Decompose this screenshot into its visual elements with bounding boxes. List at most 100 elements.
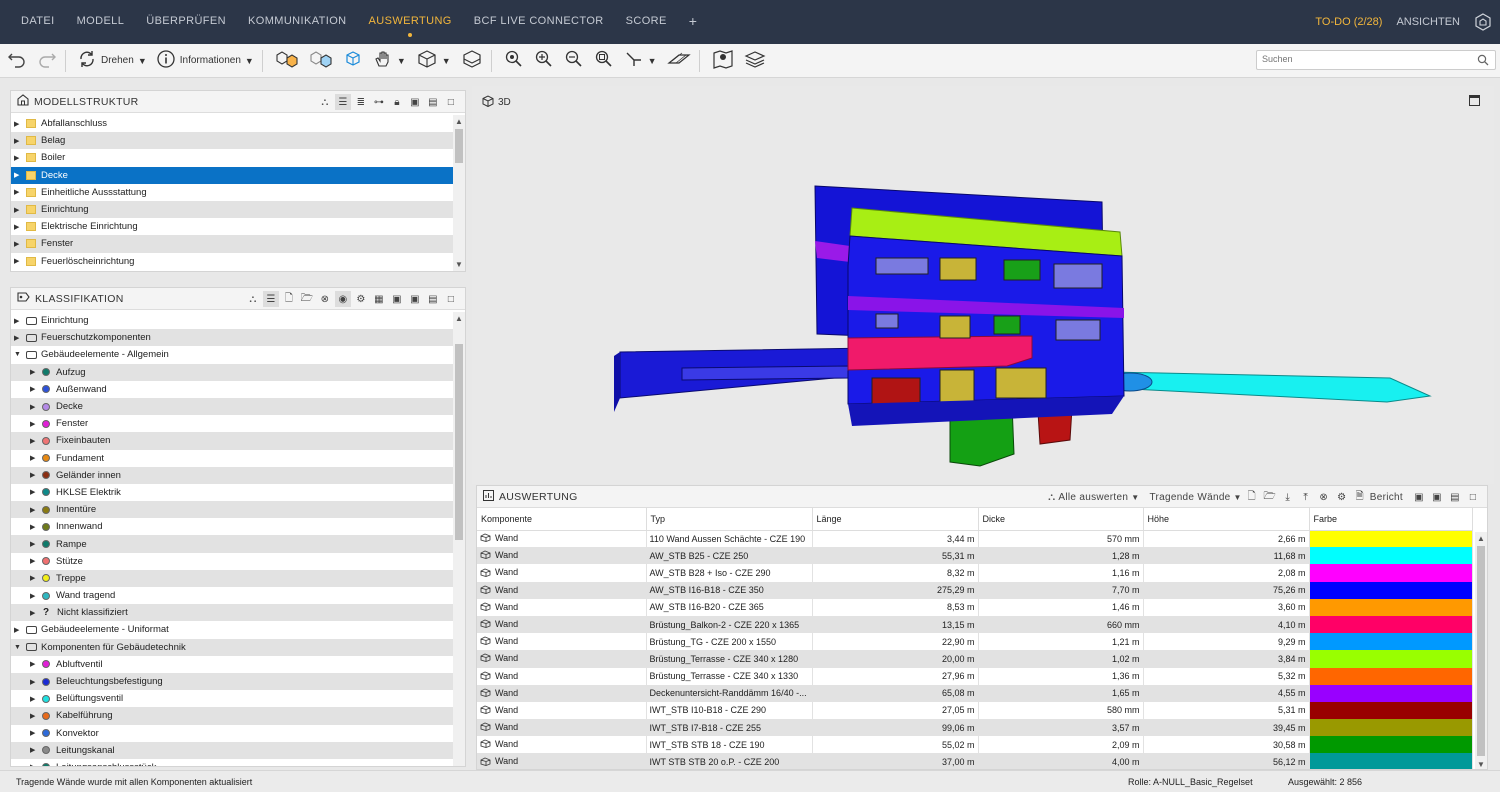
farbe-cell[interactable] bbox=[1309, 564, 1473, 582]
classification-group[interactable]: ▶ Einrichtung bbox=[11, 312, 454, 329]
expand-arrow-icon[interactable]: ▶ bbox=[14, 317, 24, 325]
table-row[interactable]: Wand Brüstung_Balkon-2 - CZE 220 x 1365 13… bbox=[477, 615, 1473, 634]
section-plane-button[interactable] bbox=[664, 48, 694, 74]
delete-icon[interactable]: ▤ bbox=[1447, 489, 1463, 505]
farbe-cell[interactable] bbox=[1309, 633, 1473, 651]
alle-caret-icon[interactable]: ▼ bbox=[1131, 489, 1139, 505]
table-row[interactable]: Wand Brüstung_TG - CZE 200 x 1550 22,90 m1… bbox=[477, 633, 1473, 651]
scroll-up-icon[interactable]: ▲ bbox=[453, 117, 465, 126]
lock-icon[interactable]: ▣ bbox=[389, 291, 405, 307]
classification-item[interactable]: ▶ Beleuchtungsbefestigung bbox=[11, 672, 454, 691]
visibility-icon[interactable]: ◉ bbox=[335, 291, 351, 307]
tree-item[interactable]: ▶ Belag bbox=[11, 132, 454, 150]
scroll-thumb[interactable] bbox=[1477, 546, 1485, 756]
expand-arrow-icon[interactable]: ▶ bbox=[14, 120, 24, 128]
classification-item[interactable]: ▶ Wand tragend bbox=[11, 587, 454, 604]
tab-ueberpruefen[interactable]: ÜBERPRÜFEN bbox=[135, 0, 237, 44]
export-icon[interactable]: ⤒ bbox=[1298, 489, 1314, 505]
classification-item[interactable]: ▶ Leitungsanschlussstück bbox=[11, 759, 454, 766]
alle-auswerten-button[interactable]: Alle auswerten bbox=[1058, 489, 1128, 505]
delete-icon[interactable]: ▤ bbox=[425, 94, 441, 110]
table-row[interactable]: Wand 110 Wand Aussen Schächte - CZE 190 3,… bbox=[477, 530, 1473, 548]
save-icon[interactable]: ▣ bbox=[407, 94, 423, 110]
tree-structure-icon[interactable]: ⛬ bbox=[317, 94, 333, 110]
layers-button[interactable] bbox=[741, 48, 769, 74]
settings-icon[interactable]: ⚙︎ bbox=[1334, 489, 1350, 505]
isolate-button[interactable] bbox=[272, 48, 302, 74]
classification-item[interactable]: ▶ Innentüre bbox=[11, 501, 454, 519]
expand-arrow-icon[interactable]: ▶ bbox=[30, 454, 40, 462]
map-button[interactable] bbox=[709, 48, 737, 74]
table-row[interactable]: Wand IWT_STB I10-B18 - CZE 290 27,05 m 580 … bbox=[477, 701, 1473, 720]
transparent-button[interactable] bbox=[340, 48, 366, 74]
classification-item[interactable]: ▶ Fundament bbox=[11, 450, 454, 467]
search-input[interactable] bbox=[1262, 54, 1462, 64]
classification-item[interactable]: ▶ Decke bbox=[11, 397, 454, 416]
classification-item[interactable]: ▶ Konvektor bbox=[11, 725, 454, 742]
expand-arrow-icon[interactable]: ▶ bbox=[30, 368, 40, 376]
scroll-up-icon[interactable]: ▲ bbox=[1475, 534, 1487, 543]
expand-arrow-icon[interactable]: ▶ bbox=[30, 695, 40, 703]
expand-arrow-icon[interactable]: ▶ bbox=[30, 609, 40, 617]
classification-group[interactable]: ▶ Feuerschutzkomponenten bbox=[11, 329, 454, 347]
klassifikation-scrollbar[interactable]: ▲ bbox=[453, 312, 465, 766]
tab-bcf-live-connector[interactable]: BCF LIVE CONNECTOR bbox=[463, 0, 615, 44]
expand-arrow-icon[interactable]: ▶ bbox=[14, 171, 24, 179]
save-icon[interactable]: ▣ bbox=[407, 291, 423, 307]
farbe-cell[interactable] bbox=[1309, 530, 1473, 548]
table-row[interactable]: Wand AW_STB B25 - CZE 250 55,31 m 1,28 m 11,… bbox=[477, 547, 1473, 565]
expand-arrow-icon[interactable]: ▶ bbox=[30, 488, 40, 496]
scroll-thumb[interactable] bbox=[455, 129, 463, 163]
new-document-icon[interactable]: 🗋︎ bbox=[281, 291, 297, 307]
classification-item[interactable]: ▶ Treppe bbox=[11, 569, 454, 587]
section-box-button[interactable] bbox=[458, 48, 486, 74]
todo-counter[interactable]: TO-DO (2/28) bbox=[1315, 16, 1382, 28]
farbe-cell[interactable] bbox=[1309, 598, 1473, 616]
tab-datei[interactable]: DATEI bbox=[10, 0, 66, 44]
expand-arrow-icon[interactable]: ▶ bbox=[30, 557, 40, 565]
table-row[interactable]: Wand AW_STB B28 + Iso - CZE 290 8,32 m 1,16… bbox=[477, 564, 1473, 582]
tree-item[interactable]: ▶ Fenster bbox=[11, 235, 454, 253]
expand-arrow-icon[interactable]: ▶ bbox=[30, 763, 40, 766]
classification-group[interactable]: ▶ Gebäudeelemente - Uniformat bbox=[11, 621, 454, 638]
3d-viewport[interactable]: 3D bbox=[472, 86, 1494, 484]
modellstruktur-scrollbar[interactable]: ▲ ▼ bbox=[453, 115, 465, 271]
classification-item[interactable]: ▶ Aufzug bbox=[11, 363, 454, 381]
collapse-arrow-icon[interactable]: ▼ bbox=[14, 351, 24, 358]
list-view-icon[interactable]: ☰ bbox=[263, 291, 279, 307]
tree-item[interactable]: ▶ Abfallanschluss bbox=[11, 115, 454, 132]
expand-arrow-icon[interactable]: ▶ bbox=[14, 137, 24, 145]
zoom-out-button[interactable] bbox=[561, 48, 587, 74]
table-row[interactable]: Wand AW_STB I16-B18 - CZE 350 275,29 m 7,70… bbox=[477, 581, 1473, 599]
classification-item[interactable]: ▶ HKLSE Elektrik bbox=[11, 484, 454, 501]
collapse-arrow-icon[interactable]: ▼ bbox=[14, 644, 24, 651]
expand-arrow-icon[interactable]: ▶ bbox=[30, 540, 40, 548]
expand-arrow-icon[interactable]: ▶ bbox=[14, 223, 24, 231]
tragende-caret-icon[interactable]: ▼ bbox=[1234, 489, 1242, 505]
classification-item[interactable]: ▶? Nicht klassifiziert bbox=[11, 604, 454, 622]
list-view-icon[interactable]: ☰ bbox=[335, 94, 351, 110]
classification-item[interactable]: ▶ Außenwand bbox=[11, 381, 454, 398]
home-cube-icon[interactable] bbox=[1474, 13, 1492, 31]
classification-item[interactable]: ▶ Belüftungsventil bbox=[11, 690, 454, 707]
clear-icon[interactable]: ⊗ bbox=[317, 291, 333, 307]
expand-arrow-icon[interactable]: ▶ bbox=[30, 746, 40, 754]
tree-item[interactable]: ▶ Feuerlöscheinrichtung bbox=[11, 253, 454, 270]
column-header[interactable]: Höhe bbox=[1143, 508, 1310, 531]
table-row[interactable]: Wand Brüstung_Terrasse - CZE 340 x 1280 20… bbox=[477, 650, 1473, 668]
expand-arrow-icon[interactable]: ▶ bbox=[30, 712, 40, 720]
farbe-cell[interactable] bbox=[1309, 650, 1473, 668]
table-row[interactable]: Wand Deckenuntersicht-Randdämm 16/40 -...… bbox=[477, 684, 1473, 702]
tree-item[interactable]: ▶ Boiler bbox=[11, 149, 454, 166]
expand-arrow-icon[interactable]: ▶ bbox=[30, 471, 40, 479]
measure-button[interactable]: ▼ bbox=[621, 48, 660, 74]
zoom-fit-button[interactable] bbox=[501, 48, 527, 74]
classification-group[interactable]: ▼ Komponenten für Gebäudetechnik bbox=[11, 638, 454, 656]
expand-arrow-icon[interactable]: ▶ bbox=[30, 403, 40, 411]
search-icon[interactable] bbox=[1477, 54, 1489, 69]
classification-item[interactable]: ▶ Stütze bbox=[11, 553, 454, 570]
scroll-up-icon[interactable]: ▲ bbox=[453, 314, 465, 323]
expand-arrow-icon[interactable]: ▶ bbox=[30, 729, 40, 737]
table-row[interactable]: Wand Brüstung_Terrasse - CZE 340 x 1330 27… bbox=[477, 667, 1473, 685]
hide-button[interactable] bbox=[306, 48, 336, 74]
